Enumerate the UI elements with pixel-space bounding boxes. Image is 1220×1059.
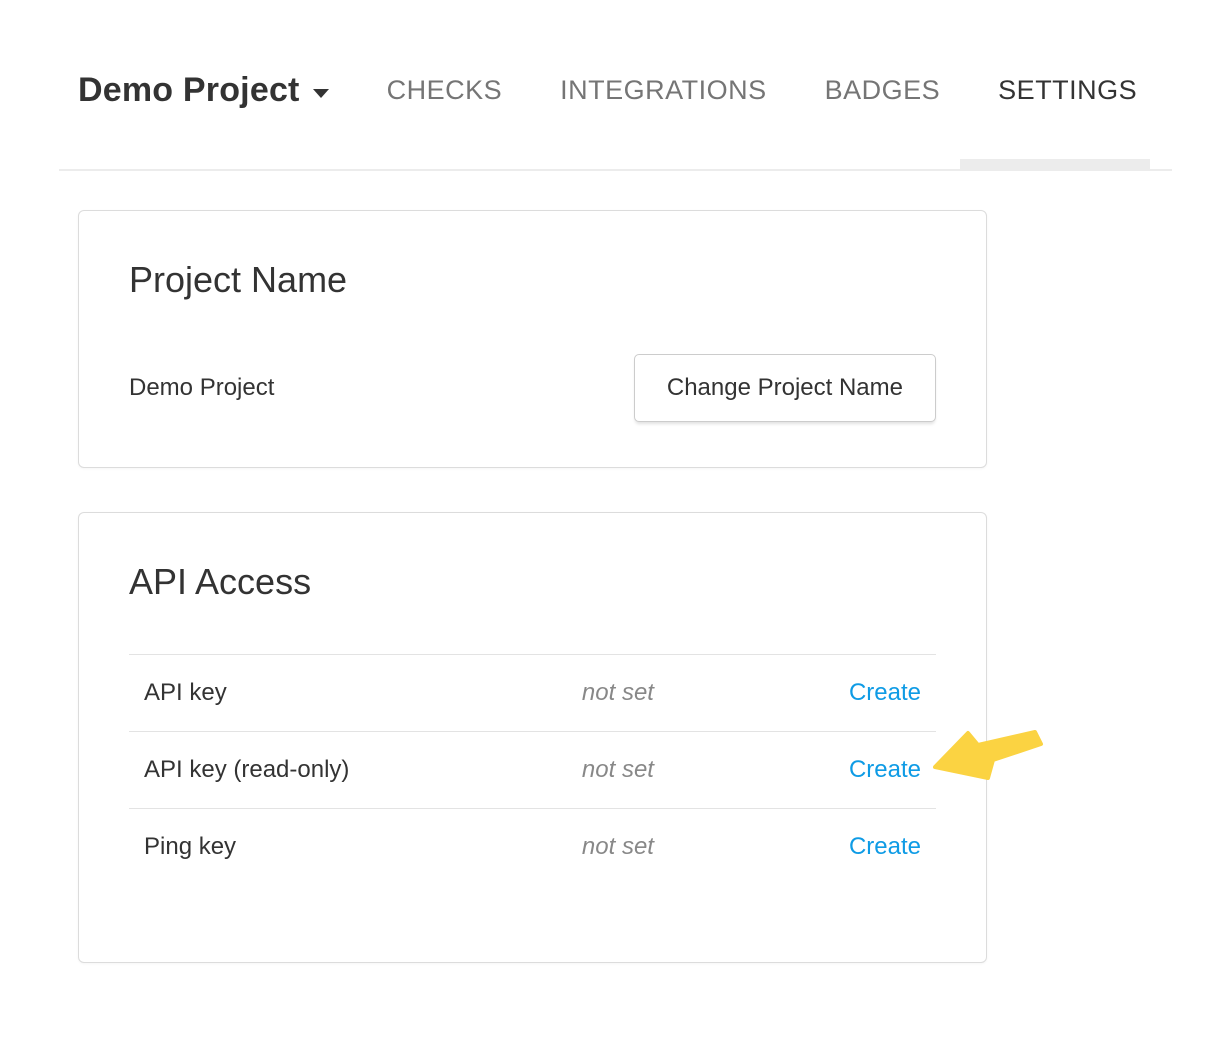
top-navigation: Demo Project CHECKS INTEGRATIONS BADGES … bbox=[78, 64, 1137, 116]
tab-integrations[interactable]: INTEGRATIONS bbox=[560, 75, 767, 106]
tab-checks[interactable]: CHECKS bbox=[387, 75, 503, 106]
project-name-row: Demo Project Change Project Name bbox=[129, 354, 936, 422]
create-ping-key-link[interactable]: Create bbox=[849, 833, 921, 860]
tab-settings[interactable]: SETTINGS bbox=[998, 75, 1137, 106]
caret-down-icon bbox=[313, 89, 329, 98]
nav-divider bbox=[59, 169, 1172, 171]
api-key-read-only-label: API key (read-only) bbox=[129, 732, 581, 809]
table-row-ping-key: Ping key not set Create bbox=[129, 809, 936, 886]
project-switcher-dropdown[interactable]: Demo Project bbox=[78, 71, 329, 110]
table-row-api-key-read-only: API key (read-only) not set Create bbox=[129, 732, 936, 809]
create-api-key-link[interactable]: Create bbox=[849, 679, 921, 706]
table-row-api-key: API key not set Create bbox=[129, 655, 936, 732]
api-key-status: not set bbox=[581, 655, 823, 732]
api-keys-table: API key not set Create API key (read-onl… bbox=[129, 654, 936, 885]
current-project-name: Demo Project bbox=[129, 374, 274, 402]
api-key-label: API key bbox=[129, 655, 581, 732]
api-access-card-title: API Access bbox=[129, 561, 936, 602]
project-name-card: Project Name Demo Project Change Project… bbox=[78, 210, 987, 468]
ping-key-label: Ping key bbox=[129, 809, 581, 886]
create-api-key-read-only-link[interactable]: Create bbox=[849, 756, 921, 783]
api-access-card: API Access API key not set Create API ke… bbox=[78, 512, 987, 963]
api-key-read-only-status: not set bbox=[581, 732, 823, 809]
change-project-name-button[interactable]: Change Project Name bbox=[634, 354, 936, 422]
tab-badges[interactable]: BADGES bbox=[825, 75, 941, 106]
project-name-card-title: Project Name bbox=[129, 259, 936, 300]
ping-key-status: not set bbox=[581, 809, 823, 886]
project-title: Demo Project bbox=[78, 71, 300, 110]
